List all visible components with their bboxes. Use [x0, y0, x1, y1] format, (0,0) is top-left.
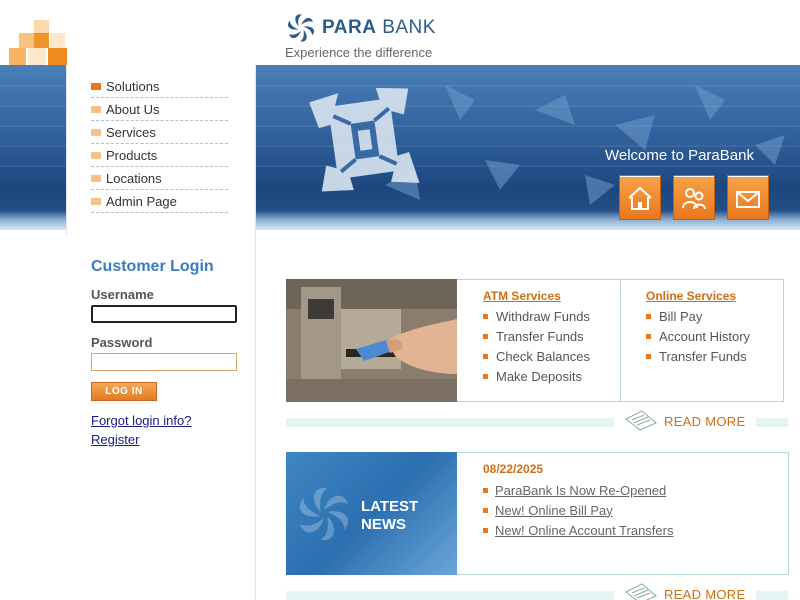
- services-read-more-link[interactable]: READ MORE: [664, 414, 745, 429]
- home-icon: [628, 186, 652, 210]
- username-field[interactable]: [91, 305, 237, 323]
- list-item[interactable]: Account History: [646, 326, 750, 346]
- menu-item-label: Solutions: [106, 78, 160, 94]
- menu-item-products[interactable]: Products: [91, 144, 228, 167]
- left-sidebar: Solutions About Us Services Products Loc…: [66, 65, 256, 600]
- news-item[interactable]: ParaBank Is Now Re-Opened: [483, 480, 673, 500]
- bullet-icon: [646, 313, 651, 319]
- list-item-label: Bill Pay: [659, 308, 703, 324]
- bullet-icon: [483, 373, 488, 379]
- bullet-icon: [483, 333, 488, 339]
- bullet-icon: [483, 353, 488, 359]
- online-services-list: Bill Pay Account History Transfer Funds: [646, 306, 750, 366]
- news-item-link[interactable]: ParaBank Is Now Re-Opened: [495, 483, 666, 498]
- news-item-link[interactable]: New! Online Account Transfers: [495, 523, 673, 538]
- divider-bar: [756, 418, 788, 427]
- username-label: Username: [91, 287, 154, 302]
- corner-logo-squares: [0, 0, 70, 65]
- about-icon: [682, 187, 706, 209]
- contact-button[interactable]: [727, 175, 769, 220]
- about-button[interactable]: [673, 175, 715, 220]
- list-item-label: Check Balances: [496, 348, 590, 364]
- read-more-icon: [625, 410, 657, 431]
- left-menu: Solutions About Us Services Products Loc…: [91, 75, 228, 213]
- brand-logo[interactable]: PARA BANK: [286, 12, 436, 44]
- customer-login-title: Customer Login: [91, 258, 214, 275]
- list-item-label: Account History: [659, 328, 751, 344]
- parabank-logo-icon: [287, 14, 315, 42]
- password-label: Password: [91, 335, 153, 350]
- contact-icon: [736, 190, 760, 208]
- menu-bullet: [91, 197, 101, 205]
- latest-news-image: LATEST NEWS: [286, 452, 457, 575]
- read-more-icon: [625, 583, 657, 600]
- news-list: ParaBank Is Now Re-Opened New! Online Bi…: [483, 480, 673, 540]
- news-item-link[interactable]: New! Online Bill Pay: [495, 503, 613, 518]
- list-item[interactable]: Bill Pay: [646, 306, 750, 326]
- menu-item-services[interactable]: Services: [91, 121, 228, 144]
- bullet-icon: [483, 487, 488, 493]
- online-services-heading[interactable]: Online Services: [646, 289, 736, 303]
- menu-item-admin-page[interactable]: Admin Page: [91, 190, 228, 213]
- news-item[interactable]: New! Online Bill Pay: [483, 500, 673, 520]
- divider-bar: [286, 418, 614, 427]
- news-date: 08/22/2025: [483, 462, 544, 476]
- list-item[interactable]: Transfer Funds: [646, 346, 750, 366]
- brand-name: PARA BANK: [322, 17, 436, 39]
- menu-item-label: Locations: [106, 170, 162, 186]
- divider-bar: [756, 591, 788, 600]
- list-item[interactable]: Withdraw Funds: [483, 306, 590, 326]
- home-button[interactable]: [619, 175, 661, 220]
- latest-news-caption: LATEST NEWS: [361, 498, 418, 534]
- menu-item-solutions[interactable]: Solutions: [91, 75, 228, 98]
- list-item-label: Make Deposits: [496, 368, 582, 384]
- list-item-label: Transfer Funds: [496, 328, 584, 344]
- bullet-icon: [483, 507, 488, 513]
- bullet-icon: [646, 333, 651, 339]
- column-divider: [620, 280, 621, 401]
- password-field[interactable]: [91, 353, 237, 371]
- menu-bullet: [91, 151, 101, 159]
- list-item-label: Withdraw Funds: [496, 308, 590, 324]
- list-item-label: Transfer Funds: [659, 348, 747, 364]
- list-item[interactable]: Make Deposits: [483, 366, 590, 386]
- menu-bullet: [91, 82, 101, 90]
- list-item[interactable]: Transfer Funds: [483, 326, 590, 346]
- welcome-text: Welcome to ParaBank: [605, 147, 754, 164]
- atm-services-list: Withdraw Funds Transfer Funds Check Bala…: [483, 306, 590, 386]
- atm-image: [286, 279, 457, 402]
- bullet-icon: [483, 527, 488, 533]
- bullet-icon: [646, 353, 651, 359]
- news-caption-line: LATEST: [361, 498, 419, 515]
- menu-item-label: Products: [106, 147, 158, 163]
- forgot-login-link[interactable]: Forgot login info?: [91, 413, 191, 428]
- list-item[interactable]: Check Balances: [483, 346, 590, 366]
- atm-photo-icon: [286, 279, 457, 402]
- menu-item-label: About Us: [106, 101, 160, 117]
- news-item[interactable]: New! Online Account Transfers: [483, 520, 673, 540]
- menu-item-label: Services: [106, 124, 156, 140]
- register-link[interactable]: Register: [91, 432, 139, 447]
- menu-bullet: [91, 174, 101, 182]
- menu-item-about-us[interactable]: About Us: [91, 98, 228, 121]
- atm-services-heading[interactable]: ATM Services: [483, 289, 561, 303]
- menu-bullet: [91, 128, 101, 136]
- divider-bar: [286, 591, 614, 600]
- brand-name-bold: PARA: [322, 17, 377, 38]
- bullet-icon: [483, 313, 488, 319]
- menu-bullet: [91, 105, 101, 113]
- tagline: Experience the difference: [285, 45, 433, 60]
- login-button[interactable]: LOG IN: [91, 382, 157, 401]
- menu-item-label: Admin Page: [106, 193, 177, 209]
- brand-name-light: BANK: [376, 17, 436, 38]
- news-caption-line: NEWS: [361, 516, 406, 533]
- menu-item-locations[interactable]: Locations: [91, 167, 228, 190]
- news-read-more-link[interactable]: READ MORE: [664, 587, 745, 600]
